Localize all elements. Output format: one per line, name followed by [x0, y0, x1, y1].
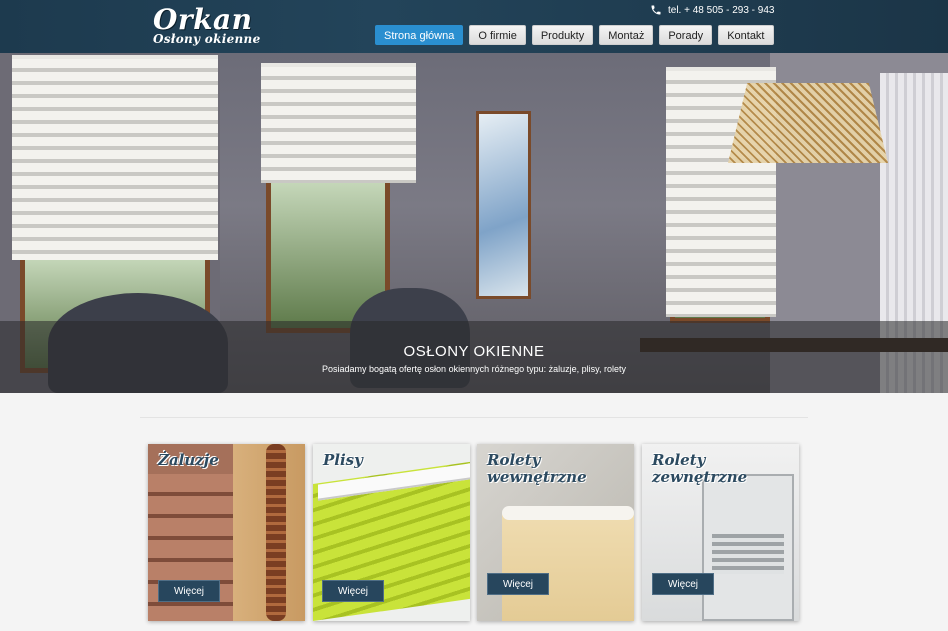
product-card-plisy[interactable]: Plisy Więcej	[313, 444, 470, 621]
logo-title: Orkan	[153, 3, 253, 36]
more-button[interactable]: Więcej	[652, 573, 714, 595]
product-title: Plisy	[323, 451, 363, 469]
hero-banner: OSŁONY OKIENNE Posiadamy bogatą ofertę o…	[0, 53, 948, 393]
nav-about[interactable]: O firmie	[469, 25, 526, 45]
product-title: Rolety wewnętrzne	[487, 451, 587, 486]
shutter-slats-image	[712, 534, 784, 574]
product-title: Żaluzje	[158, 451, 219, 469]
phone-icon	[651, 5, 661, 15]
hero-title: OSŁONY OKIENNE	[403, 343, 545, 360]
more-button[interactable]: Więcej	[487, 573, 549, 595]
phone-number: tel. + 48 505 - 293 - 943	[668, 4, 775, 16]
logo-subtitle: Osłony okienne	[153, 32, 261, 46]
roller-tube-image	[502, 506, 634, 520]
site-logo[interactable]: Orkan Osłony okienne	[153, 6, 261, 46]
product-title: Rolety zewnętrzne	[652, 451, 748, 486]
nav-installation[interactable]: Montaż	[599, 25, 654, 45]
phone-contact: tel. + 48 505 - 293 - 943	[650, 4, 774, 16]
product-card-rolety-zewnetrzne[interactable]: Rolety zewnętrzne Więcej	[642, 444, 799, 621]
product-card-zaluzje[interactable]: Żaluzje Więcej	[148, 444, 305, 621]
nav-home[interactable]: Strona główna	[375, 25, 464, 45]
product-card-rolety-wewnetrzne[interactable]: Rolety wewnętrzne Więcej	[477, 444, 634, 621]
hero-lamp	[728, 83, 888, 163]
section-divider	[140, 417, 808, 418]
hero-blind-left	[12, 55, 218, 260]
nav-advice[interactable]: Porady	[659, 25, 713, 45]
roller-fabric-image	[502, 514, 634, 621]
main-nav: Strona główna O firmie Produkty Montaż P…	[375, 25, 774, 45]
more-button[interactable]: Więcej	[322, 580, 384, 602]
nav-products[interactable]: Produkty	[531, 25, 594, 45]
site-header: Orkan Osłony okienne tel. + 48 505 - 293…	[0, 0, 948, 53]
bead-chain-image	[266, 444, 286, 621]
nav-contact[interactable]: Kontakt	[718, 25, 774, 45]
hero-blind-center	[261, 63, 416, 183]
more-button[interactable]: Więcej	[158, 580, 220, 602]
hero-subtitle: Posiadamy bogatą ofertę osłon okiennych …	[321, 364, 626, 374]
hero-wall-picture	[476, 111, 531, 299]
